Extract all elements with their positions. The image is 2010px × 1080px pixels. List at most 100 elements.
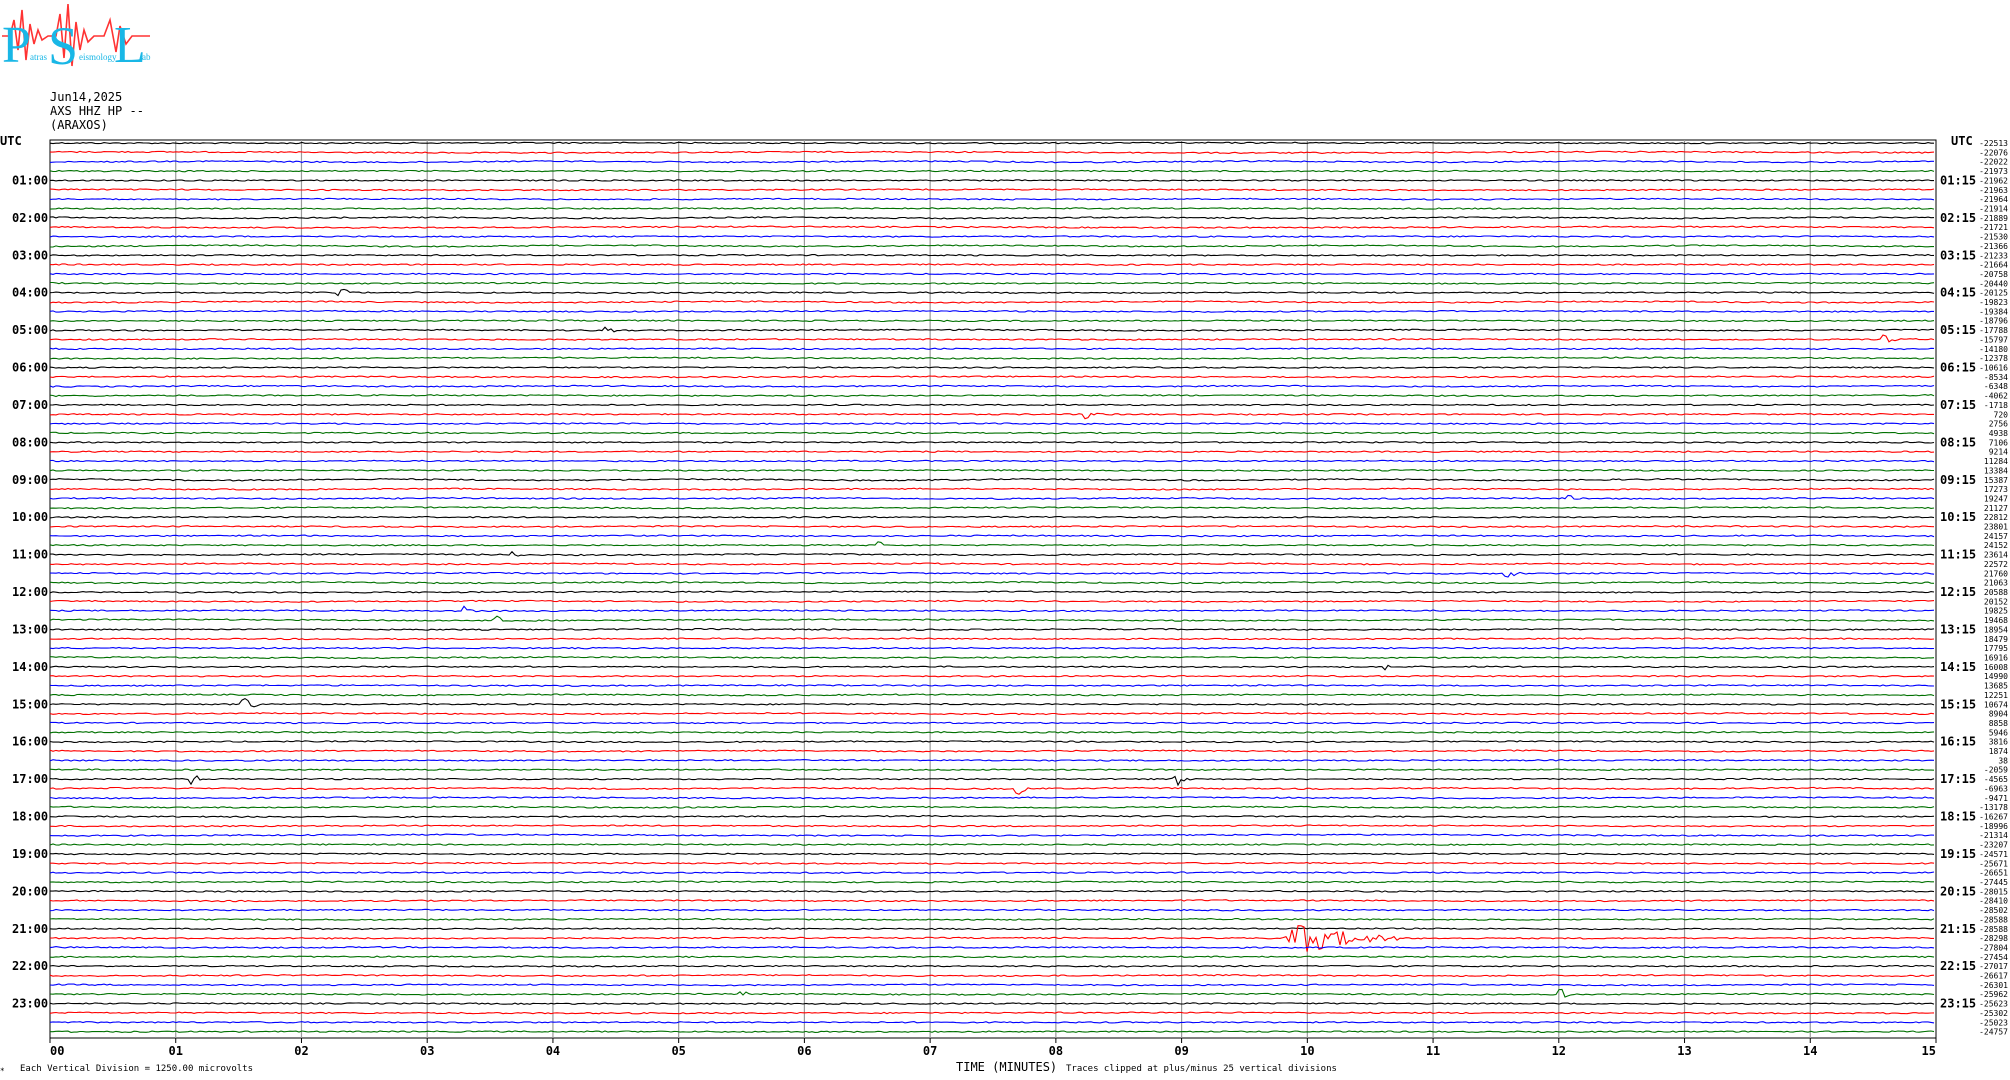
trace-offset-label: -27804 [1979,943,2008,952]
trace-line [49,541,1935,547]
trace-offset-label: 19468 [1984,616,2008,625]
trace-offset-label: 8904 [1989,710,2008,719]
trace-line [49,469,1935,472]
trace-line [49,141,1934,145]
trace-line [49,326,1935,333]
trace-line [49,964,1935,968]
trace-offset-label: 19247 [1984,494,2008,503]
hour-label-left: 06:00 [12,361,48,375]
trace-offset-label: 17795 [1984,644,2008,653]
hour-labels-left: 01:00 02:00 03:00 04:00 05:00 06:00 07:00 08:00… [12,173,48,1010]
trace-line [49,450,1935,453]
utc-label-left: UTC [0,134,22,148]
trace-line [49,347,1935,351]
trace-line [49,300,1935,304]
header-station: (ARAXOS) [50,118,108,132]
trace-line [50,281,1935,285]
x-tick-label: 15 [1922,1044,1936,1058]
trace-offset-label: -6348 [1984,382,2008,391]
trace-offset-label: -21233 [1979,251,2008,260]
trace-line [49,263,1935,266]
hour-label-left: 19:00 [12,847,48,861]
trace-line [49,684,1935,687]
trace-offset-label: 10674 [1984,700,2008,709]
hour-label-right: 11:15 [1940,548,1976,562]
trace-offset-label: 22812 [1984,513,2008,522]
hour-label-right: 21:15 [1940,922,1976,936]
hour-label-left: 11:00 [12,548,48,562]
trace-offset-label: -18796 [1979,317,2008,326]
trace-line [49,188,1935,192]
trace-offset-label: -23207 [1979,841,2008,850]
trace-line [49,431,1935,435]
trace-offset-label: -21914 [1979,204,2008,213]
trace-line [49,412,1934,420]
trace-offset-label: -10616 [1979,364,2008,373]
trace-offset-label: 3816 [1989,738,2008,747]
hour-label-left: 04:00 [12,286,48,300]
trace-line [49,207,1935,210]
hour-label-left: 12:00 [12,585,48,599]
trace-offset-label: -13178 [1979,803,2008,812]
x-tick-label: 12 [1552,1044,1566,1058]
trace-line [49,955,1935,959]
trace-offset-labels: -22513-22076-22022-21973-21962-21963-219… [1979,139,2008,1037]
trace-offset-label: -25623 [1979,1000,2008,1009]
trace-line [50,889,1935,893]
trace-line [49,908,1935,912]
trace-offset-label: -12378 [1979,354,2008,363]
trace-offset-label: -27445 [1979,878,2008,887]
trace-line [49,1011,1935,1015]
x-tick-label: 07 [923,1044,937,1058]
trace-line [50,721,1935,725]
trace-offset-label: 17273 [1984,485,2008,494]
trace-offset-label: 23801 [1984,523,2008,532]
hour-label-right: 22:15 [1940,959,1976,973]
trace-offset-label: 18954 [1984,625,2008,634]
trace-line [49,599,1935,603]
hour-label-right: 15:15 [1940,697,1976,711]
trace-line [49,880,1934,884]
trace-offset-label: 24157 [1984,532,2008,541]
hour-label-right: 16:15 [1940,735,1976,749]
trace-offset-label: -21964 [1979,195,2008,204]
x-tick-label: 00 [50,1044,64,1058]
trace-line [49,272,1935,276]
trace-offset-label: 13384 [1984,466,2008,475]
trace-line [50,244,1934,248]
hour-label-right: 20:15 [1940,884,1976,898]
trace-offset-label: -22022 [1979,158,2008,167]
hour-label-right: 01:15 [1940,173,1976,187]
trace-offset-label: -9471 [1984,794,2008,803]
hour-label-right: 02:15 [1940,211,1976,225]
trace-offset-label: 23614 [1984,551,2008,560]
trace-offset-label: -28588 [1979,915,2008,924]
utc-label-right: UTC [1951,134,1973,148]
logo-word-ab: ab [142,52,151,62]
hour-label-right: 05:15 [1940,323,1976,337]
trace-line [49,833,1935,837]
hour-label-left: 08:00 [12,435,48,449]
header-channel: AXS HHZ HP -- [50,104,144,118]
hour-label-left: 13:00 [12,622,48,636]
trace-offset-label: 720 [1994,410,2009,419]
trace-line [49,973,1935,978]
trace-offset-label: 24152 [1984,541,2008,550]
hour-label-left: 05:00 [12,323,48,337]
trace-offset-label: -28588 [1979,925,2008,934]
trace-line [49,515,1935,519]
trace-line [49,590,1935,594]
hour-labels-right: 01:15 02:15 03:15 04:15 05:15 06:15 07:15 08:15… [1940,173,1976,1010]
hour-label-right: 19:15 [1940,847,1976,861]
trace-line [49,581,1935,585]
trace-line [49,605,1935,613]
hour-label-left: 15:00 [12,697,48,711]
hour-label-left: 21:00 [12,922,48,936]
trace-line [49,749,1935,753]
hour-label-left: 10:00 [12,510,48,524]
trace-offset-label: -20440 [1979,279,2008,288]
trace-offset-label: -21721 [1979,223,2008,232]
trace-line [49,384,1935,388]
trace-line [49,235,1935,238]
trace-offset-label: -4062 [1984,392,2008,401]
